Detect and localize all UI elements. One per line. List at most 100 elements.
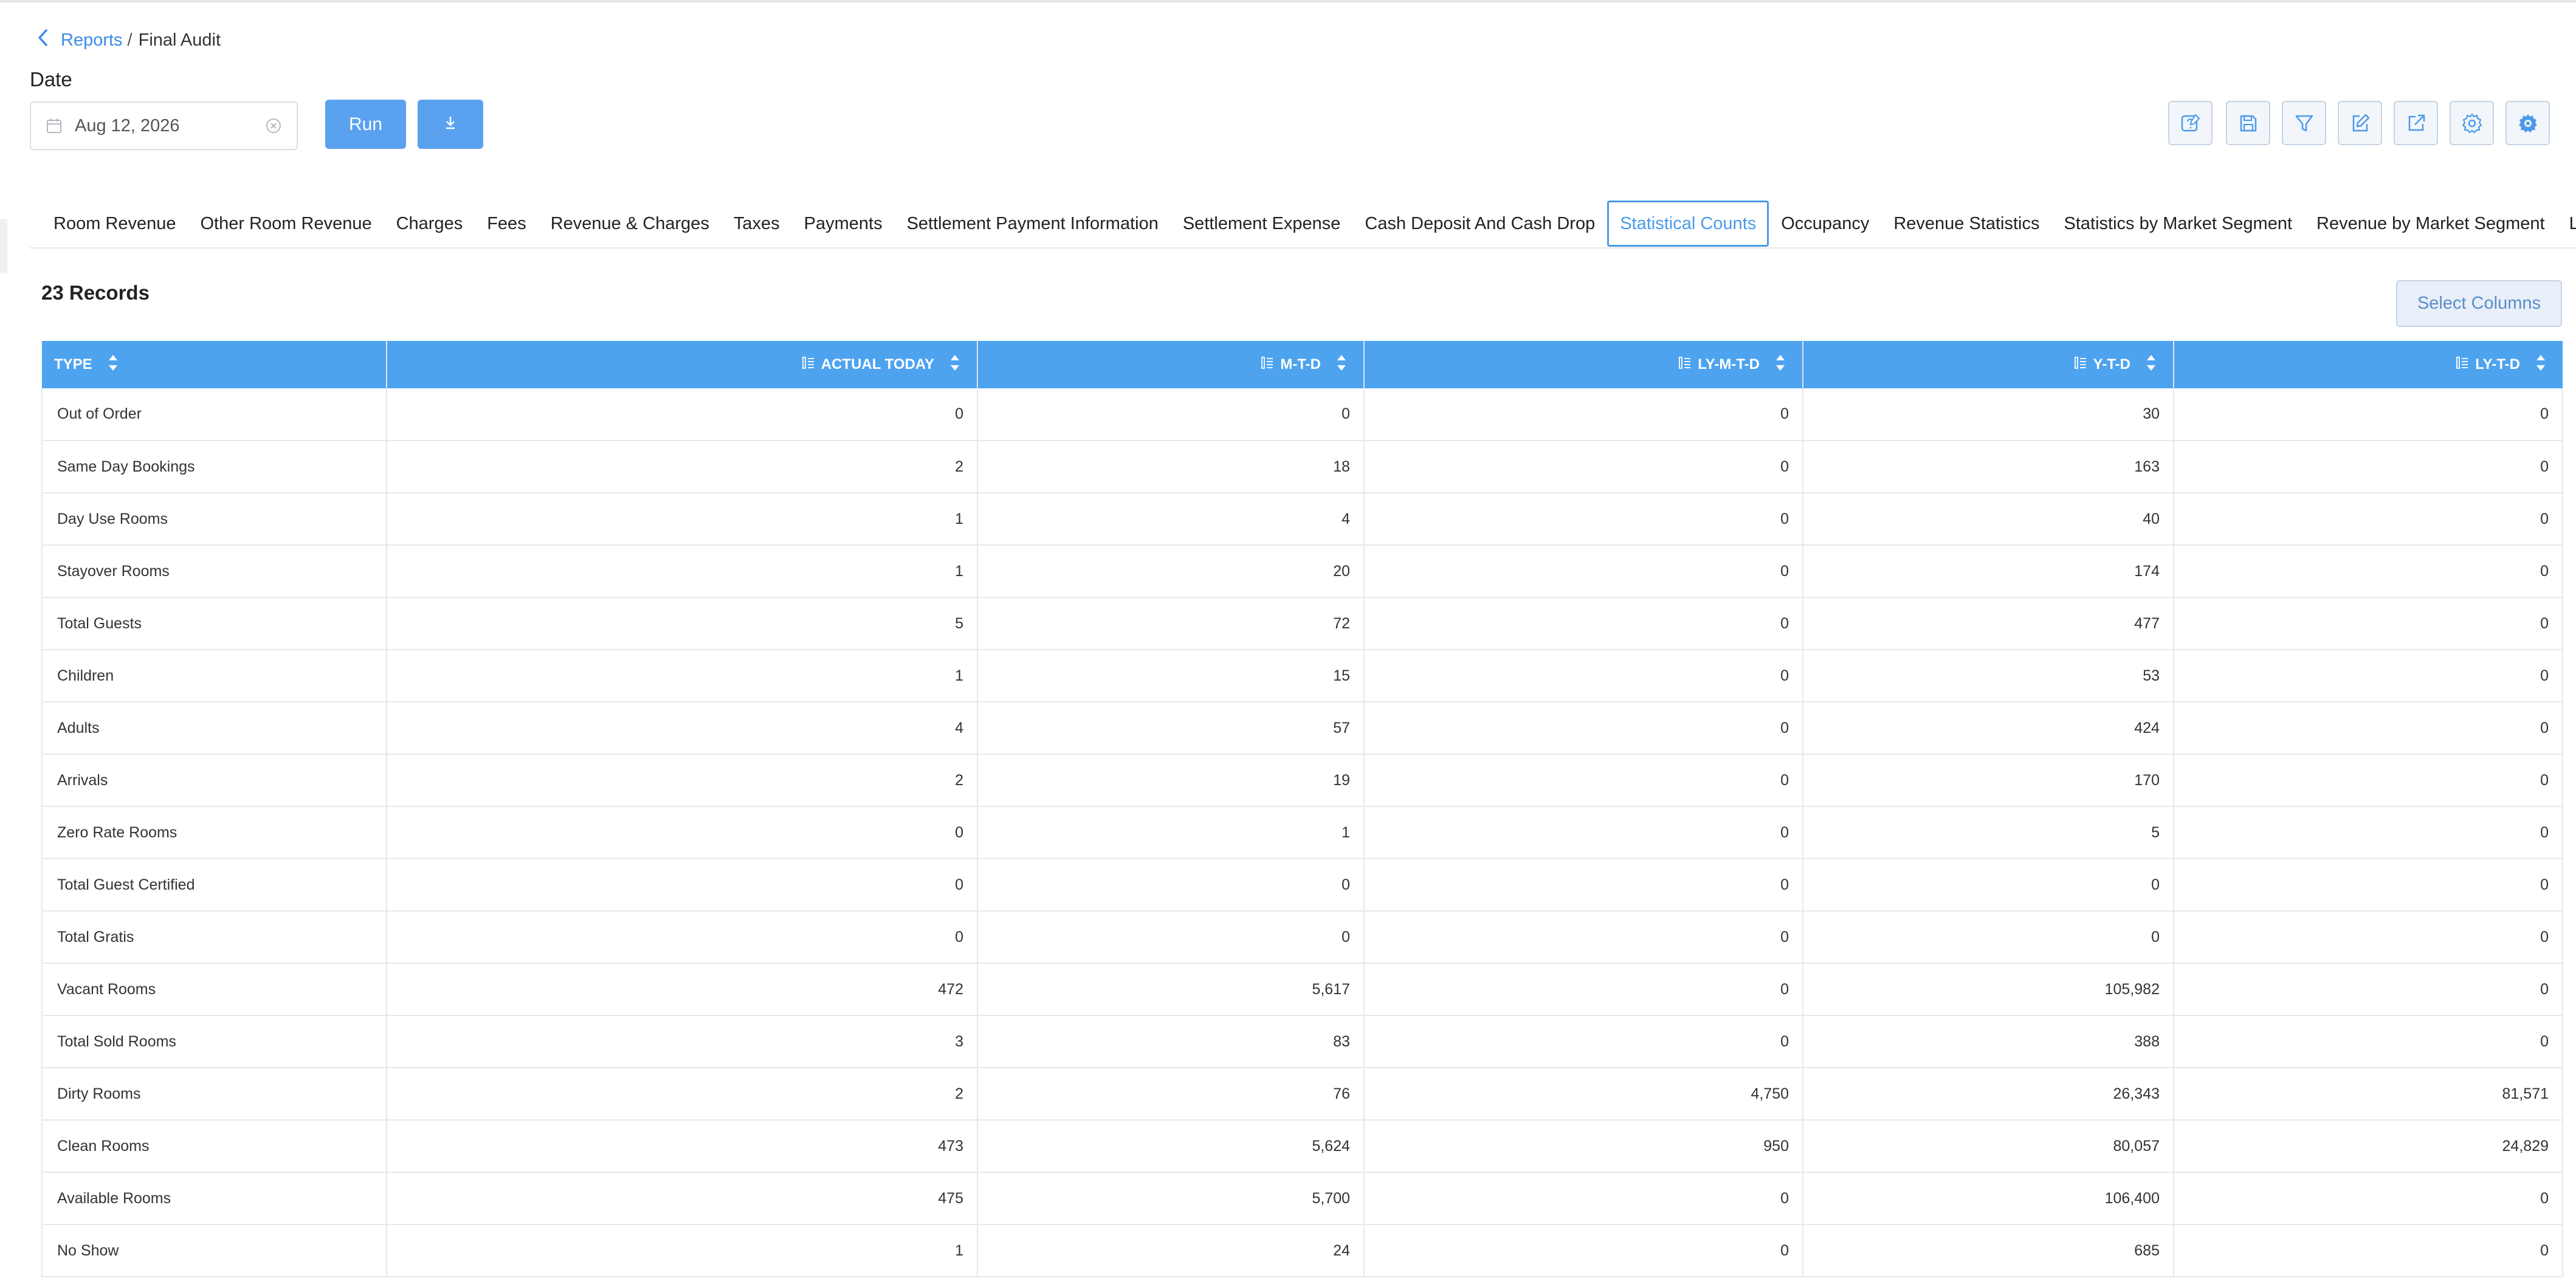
tab-payments[interactable]: Payments [792, 199, 895, 248]
cell-mtd: 0 [977, 388, 1365, 441]
advanced-settings-button[interactable] [2505, 101, 2550, 145]
table-row[interactable]: Zero Rate Rooms 0 1 0 5 0 [41, 806, 2563, 859]
cell-type: Stayover Rooms [41, 545, 387, 597]
table-body: Out of Order 0 0 0 30 0 Same Day Bookings 2 18 0 1… [41, 388, 2563, 1277]
tab-settlement-expense[interactable]: Settlement Expense [1171, 199, 1353, 248]
cell-ly-td: 0 [2174, 806, 2563, 859]
cell-ytd: 163 [1803, 441, 2174, 493]
cell-mtd: 4 [977, 493, 1365, 545]
tab-revenue-and-charges[interactable]: Revenue & Charges [539, 199, 721, 248]
cell-ytd: 30 [1803, 388, 2174, 441]
column-header-actual-today[interactable]: ACTUAL TODAY [387, 341, 978, 388]
column-header-ly-mtd[interactable]: LY-M-T-D [1364, 341, 1803, 388]
tab-cash-deposit-and-cash-drop[interactable]: Cash Deposit And Cash Drop [1352, 199, 1607, 248]
cell-ytd: 477 [1803, 597, 2174, 650]
cell-ly-td: 0 [2174, 441, 2563, 493]
column-header-type[interactable]: TYPE [42, 341, 387, 388]
sort-icon[interactable] [2526, 353, 2547, 377]
select-columns-button[interactable]: Select Columns [2396, 280, 2562, 327]
table-row[interactable]: Dirty Rooms 2 76 4,750 26,343 81,571 [41, 1068, 2563, 1120]
tab-charges[interactable]: Charges [384, 199, 475, 248]
cell-ly-td: 0 [2174, 754, 2563, 806]
cell-ly-td: 0 [2174, 963, 2563, 1015]
cell-actual-today: 1 [387, 493, 978, 545]
filter-button[interactable] [2282, 101, 2326, 145]
cell-actual-today: 1 [387, 650, 978, 702]
clear-icon[interactable] [265, 117, 282, 134]
cell-ly-mtd: 4,750 [1364, 1068, 1803, 1120]
table-row[interactable]: Day Use Rooms 1 4 0 40 0 [41, 493, 2563, 545]
breadcrumb: Reports / Final Audit [36, 27, 221, 53]
cell-actual-today: 2 [387, 754, 978, 806]
sort-icon[interactable] [1766, 353, 1786, 377]
cell-ly-mtd: 0 [1364, 388, 1803, 441]
tab-other-room-revenue[interactable]: Other Room Revenue [188, 199, 384, 248]
table-row[interactable]: Total Gratis 0 0 0 0 0 [41, 911, 2563, 963]
cell-actual-today: 0 [387, 806, 978, 859]
cell-mtd: 24 [977, 1224, 1365, 1277]
table-row[interactable]: Total Guest Certified 0 0 0 0 0 [41, 859, 2563, 911]
cell-ytd: 685 [1803, 1224, 2174, 1277]
column-drag-icon[interactable] [1261, 355, 1274, 374]
column-header-ytd[interactable]: Y-T-D [1803, 341, 2174, 388]
open-external-button[interactable] [2394, 101, 2438, 145]
sidebar-edge [0, 219, 7, 273]
tab-occupancy[interactable]: Occupancy [1769, 199, 1881, 248]
statistics-table: TYPE ACTUAL TODAY M-T-D LY-M-T-D Y-T-D LY-T-D… [41, 341, 2563, 1277]
run-button[interactable]: Run [325, 100, 406, 149]
column-header-mtd[interactable]: M-T-D [977, 341, 1365, 388]
cell-ytd: 388 [1803, 1015, 2174, 1068]
download-button[interactable] [418, 100, 483, 149]
column-header-ly-td[interactable]: LY-T-D [2174, 341, 2563, 388]
cell-mtd: 5,700 [977, 1172, 1365, 1224]
tab-fees[interactable]: Fees [475, 199, 538, 248]
tab-statistics-by-market-segment[interactable]: Statistics by Market Segment [2052, 199, 2305, 248]
column-drag-icon[interactable] [2456, 355, 2469, 374]
cell-ly-mtd: 950 [1364, 1120, 1803, 1172]
cell-type: Same Day Bookings [41, 441, 387, 493]
sort-icon[interactable] [1327, 353, 1348, 377]
tab-local-m[interactable]: Local M [2557, 199, 2576, 248]
tab-statistical-counts[interactable]: Statistical Counts [1607, 201, 1769, 247]
table-row[interactable]: Same Day Bookings 2 18 0 163 0 [41, 441, 2563, 493]
cell-ly-td: 0 [2174, 1015, 2563, 1068]
sort-icon[interactable] [2137, 353, 2157, 377]
tab-taxes[interactable]: Taxes [721, 199, 792, 248]
column-header-label: ACTUAL TODAY [821, 356, 934, 373]
table-row[interactable]: Total Sold Rooms 3 83 0 388 0 [41, 1015, 2563, 1068]
column-drag-icon[interactable] [802, 355, 815, 374]
table-row[interactable]: Out of Order 0 0 0 30 0 [41, 388, 2563, 441]
settings-button[interactable] [2450, 101, 2494, 145]
table-row[interactable]: Children 1 15 0 53 0 [41, 650, 2563, 702]
column-drag-icon[interactable] [2074, 355, 2087, 374]
tab-revenue-by-market-segment[interactable]: Revenue by Market Segment [2304, 199, 2557, 248]
cell-ly-td: 24,829 [2174, 1120, 2563, 1172]
tab-settlement-payment-information[interactable]: Settlement Payment Information [895, 199, 1171, 248]
table-row[interactable]: No Show 1 24 0 685 0 [41, 1224, 2563, 1277]
help-edit-button[interactable] [2168, 101, 2213, 145]
save-button[interactable] [2226, 101, 2270, 145]
table-row[interactable]: Arrivals 2 19 0 170 0 [41, 754, 2563, 806]
table-row[interactable]: Total Guests 5 72 0 477 0 [41, 597, 2563, 650]
cell-actual-today: 0 [387, 859, 978, 911]
breadcrumb-reports-link[interactable]: Reports [61, 30, 123, 50]
column-header-label: M-T-D [1280, 356, 1321, 373]
table-row[interactable]: Adults 4 57 0 424 0 [41, 702, 2563, 754]
tab-revenue-statistics[interactable]: Revenue Statistics [1881, 199, 2051, 248]
table-row[interactable]: Available Rooms 475 5,700 0 106,400 0 [41, 1172, 2563, 1224]
column-drag-icon[interactable] [1678, 355, 1692, 374]
sort-icon[interactable] [98, 353, 119, 377]
chevron-left-icon[interactable] [36, 29, 61, 52]
sort-icon[interactable] [940, 353, 961, 377]
cell-ly-mtd: 0 [1364, 650, 1803, 702]
date-picker[interactable]: Aug 12, 2026 [30, 101, 298, 150]
cell-ly-mtd: 0 [1364, 806, 1803, 859]
cell-ly-mtd: 0 [1364, 859, 1803, 911]
tab-room-revenue[interactable]: Room Revenue [36, 199, 188, 248]
cell-ytd: 26,343 [1803, 1068, 2174, 1120]
table-row[interactable]: Clean Rooms 473 5,624 950 80,057 24,829 [41, 1120, 2563, 1172]
table-row[interactable]: Vacant Rooms 472 5,617 0 105,982 0 [41, 963, 2563, 1015]
cell-mtd: 0 [977, 911, 1365, 963]
table-row[interactable]: Stayover Rooms 1 20 0 174 0 [41, 545, 2563, 597]
edit-button[interactable] [2338, 101, 2382, 145]
